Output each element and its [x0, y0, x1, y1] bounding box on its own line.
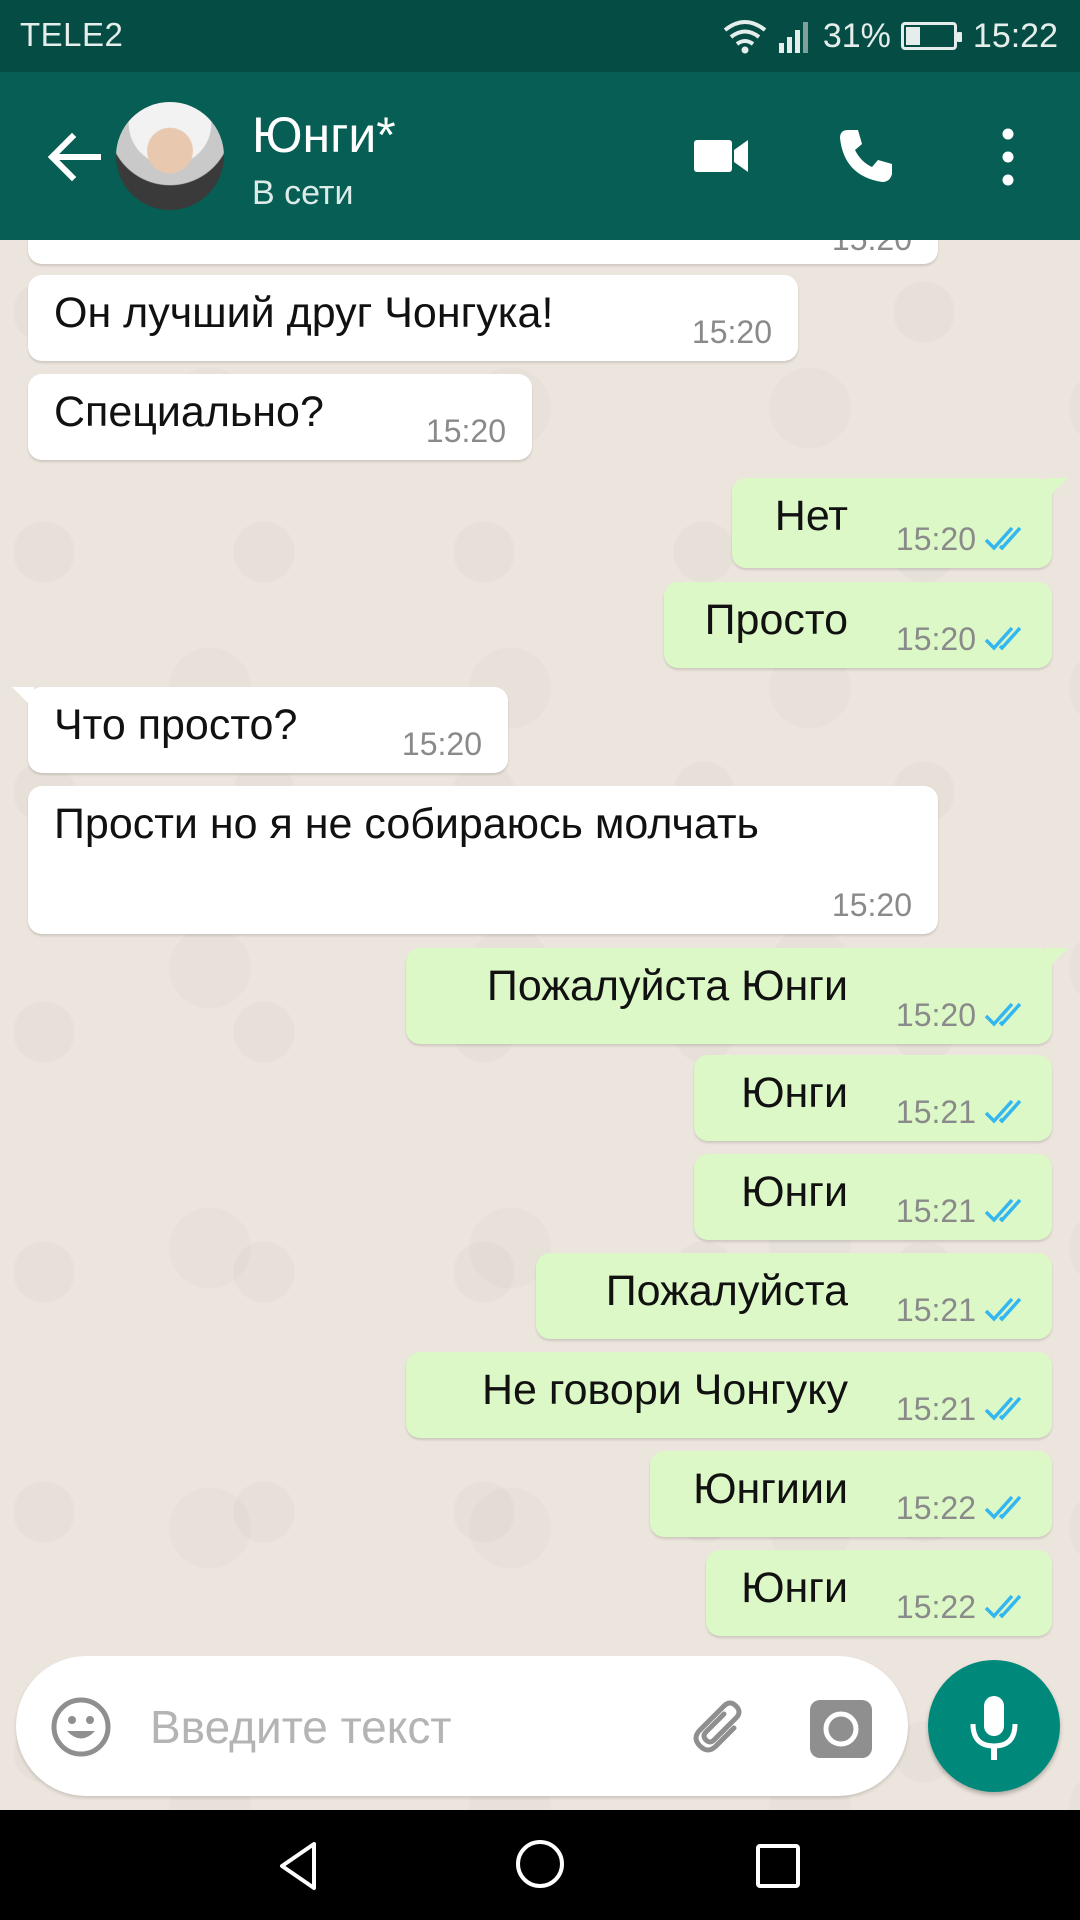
message-time: 15:20	[832, 240, 912, 258]
clock: 15:22	[972, 16, 1058, 55]
double-check-icon	[984, 1297, 1022, 1322]
outgoing-message[interactable]: Пожалуйста 15:21	[536, 1253, 1052, 1339]
outgoing-message[interactable]: Пожалуйста Юнги 15:20	[406, 948, 1068, 1044]
emoji-icon[interactable]	[50, 1696, 112, 1758]
message-time: 15:22	[895, 1490, 976, 1526]
message-text: Юнгиии	[693, 1465, 848, 1513]
bubble-tail	[12, 687, 34, 709]
avatar[interactable]	[116, 102, 224, 210]
outgoing-message[interactable]: Не говори Чонгуку 15:21	[406, 1352, 1052, 1438]
message-time: 15:20	[425, 413, 506, 449]
message-text: Он лучший друг Чонгука!	[54, 289, 554, 337]
signal-icon	[778, 22, 808, 53]
outgoing-message[interactable]: Нет 15:20	[732, 478, 1068, 568]
system-nav-bar	[0, 1810, 1080, 1920]
double-check-icon	[984, 1495, 1022, 1520]
message-time: 15:22	[895, 1589, 976, 1625]
nav-home-icon[interactable]	[510, 1834, 570, 1894]
camera-icon[interactable]	[808, 1696, 874, 1760]
nav-recent-apps-icon[interactable]	[748, 1836, 808, 1896]
bubble-tail	[1046, 948, 1068, 970]
message-text: Пожалуйста	[605, 1267, 848, 1315]
carrier-label: TELE2	[20, 16, 124, 53]
battery-percent: 31%	[822, 16, 891, 55]
double-check-icon	[984, 1099, 1022, 1124]
message-bubble-partial[interactable]: 15:20	[28, 240, 938, 264]
message-text: Юнги	[741, 1564, 848, 1612]
message-time: 15:20	[831, 887, 912, 923]
bubble-tail	[1046, 478, 1068, 500]
message-text: Нет	[774, 492, 848, 540]
contact-name[interactable]: Юнги*	[252, 106, 396, 164]
message-time: 15:21	[895, 1391, 976, 1427]
double-check-icon	[984, 1594, 1022, 1619]
message-list[interactable]: 15:20 Он лучший друг Чонгука!15:20Специа…	[0, 240, 1080, 1810]
microphone-icon	[970, 1696, 1018, 1760]
status-indicators: 31% 15:22	[723, 14, 1058, 58]
message-time: 15:20	[895, 621, 976, 657]
battery-icon	[900, 22, 962, 50]
incoming-message[interactable]: Что просто? 15:20	[12, 687, 508, 773]
contact-status: В сети	[252, 174, 354, 212]
outgoing-message[interactable]: Просто 15:20	[664, 582, 1052, 668]
message-time: 15:20	[691, 314, 772, 350]
message-text: Юнги	[741, 1069, 848, 1117]
outgoing-message[interactable]: Юнги 15:21	[694, 1055, 1052, 1141]
outgoing-message[interactable]: Юнги 15:21	[694, 1154, 1052, 1240]
double-check-icon	[984, 526, 1022, 551]
paperclip-icon[interactable]	[688, 1696, 754, 1762]
phone-icon[interactable]	[834, 124, 898, 188]
nav-back-icon[interactable]	[270, 1836, 330, 1896]
double-check-icon	[984, 1198, 1022, 1223]
double-check-icon	[984, 1396, 1022, 1421]
outgoing-message[interactable]: Юнги 15:22	[706, 1550, 1052, 1636]
message-time: 15:21	[895, 1193, 976, 1229]
more-vert-icon[interactable]	[990, 122, 1026, 192]
message-text: Прости но я не собираюсь молчать	[54, 800, 759, 848]
message-text: Не говори Чонгуку	[481, 1366, 848, 1414]
voice-record-button[interactable]	[928, 1660, 1060, 1792]
status-bar: TELE2 31% 15:22	[0, 0, 1080, 72]
message-time: 15:21	[895, 1094, 976, 1130]
message-text: Специально?	[54, 388, 324, 436]
message-text: Просто	[704, 596, 848, 644]
message-time: 15:20	[895, 997, 976, 1033]
message-input[interactable]	[150, 1692, 670, 1762]
message-time: 15:20	[401, 726, 482, 762]
incoming-message[interactable]: Специально? 15:20	[28, 374, 532, 460]
wifi-icon	[723, 20, 767, 54]
message-composer	[16, 1656, 908, 1796]
outgoing-message[interactable]: Юнгиии 15:22	[650, 1451, 1052, 1537]
message-time: 15:21	[895, 1292, 976, 1328]
incoming-message[interactable]: Он лучший друг Чонгука! 15:20	[28, 275, 798, 361]
chat-header: Юнги* В сети	[0, 72, 1080, 240]
back-arrow-icon[interactable]	[40, 122, 110, 192]
message-text: Пожалуйста Юнги	[486, 962, 848, 1010]
message-text: Что просто?	[54, 701, 298, 749]
video-camera-icon[interactable]	[690, 126, 754, 186]
message-time: 15:20	[895, 521, 976, 557]
double-check-icon	[984, 626, 1022, 651]
double-check-icon	[984, 1002, 1022, 1027]
incoming-message[interactable]: Прости но я не собираюсь молчать 15:20	[28, 786, 938, 934]
message-text: Юнги	[741, 1168, 848, 1216]
